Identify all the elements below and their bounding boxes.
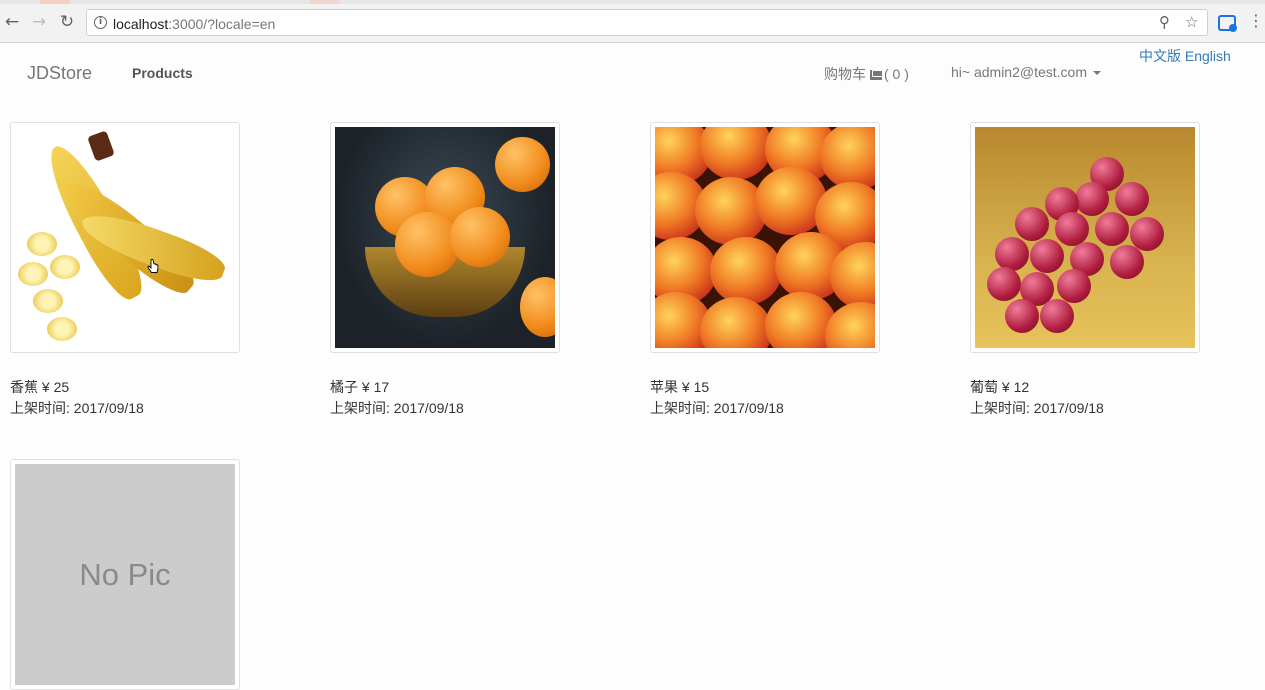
browser-tab[interactable]: [310, 0, 340, 4]
product-name: 香蕉: [10, 379, 38, 395]
product-price: ¥ 15: [681, 379, 710, 395]
tab-strip: [0, 0, 1265, 4]
product-date: 上架时间: 2017/09/18: [650, 400, 784, 416]
grape-image: [975, 127, 1195, 348]
product-title[interactable]: 橘子 ¥ 17: [330, 377, 389, 397]
browser-tab[interactable]: [40, 0, 70, 4]
user-dropdown[interactable]: hi~ admin2@test.com: [951, 64, 1101, 80]
url-text[interactable]: localhost:3000/?locale=en: [113, 16, 275, 32]
product-price: ¥ 12: [1001, 379, 1030, 395]
product-thumbnail[interactable]: [10, 122, 240, 353]
product-date: 上架时间: 2017/09/18: [330, 400, 464, 416]
product-title[interactable]: 葡萄 ¥ 12: [970, 377, 1029, 397]
site-navbar: JDStore Products 购物车 ( 0 ) hi~ admin2@tes…: [0, 44, 1265, 102]
cart-link[interactable]: 购物车 ( 0 ): [824, 64, 909, 84]
forward-arrow-icon[interactable]: →: [29, 12, 49, 32]
product-name: 葡萄: [970, 379, 998, 395]
locale-en-link[interactable]: English: [1185, 48, 1231, 64]
user-greeting: hi~ admin2@test.com: [951, 64, 1087, 80]
zoom-icon[interactable]: ⚲: [1159, 13, 1170, 31]
product-price: ¥ 25: [41, 379, 70, 395]
extension-icon[interactable]: [1218, 15, 1237, 32]
product-date: 上架时间: 2017/09/18: [970, 400, 1104, 416]
orange-image: [335, 127, 555, 348]
locale-switcher: 中文版 English: [1139, 46, 1231, 66]
url-host: localhost: [113, 16, 169, 32]
browser-chrome: ← → ↻ i localhost:3000/?locale=en ⚲ ☆ ⋮: [0, 0, 1265, 43]
product-name: 苹果: [650, 379, 678, 395]
product-date: 上架时间: 2017/09/18: [10, 400, 144, 416]
nav-products-link[interactable]: Products: [132, 65, 193, 81]
cart-label: 购物车: [824, 66, 866, 82]
product-price: ¥ 17: [361, 379, 390, 395]
product-thumbnail[interactable]: No Pic: [10, 459, 240, 690]
address-bar[interactable]: i localhost:3000/?locale=en ⚲ ☆: [86, 9, 1208, 36]
product-thumbnail[interactable]: [650, 122, 880, 353]
bookmark-star-icon[interactable]: ☆: [1185, 13, 1198, 31]
banana-image: [15, 127, 235, 348]
caret-down-icon: [1093, 71, 1101, 75]
apple-image: [655, 127, 875, 348]
no-pic-placeholder: No Pic: [15, 464, 235, 685]
locale-zh-link[interactable]: 中文版: [1139, 48, 1181, 64]
product-title[interactable]: 苹果 ¥ 15: [650, 377, 709, 397]
brand-link[interactable]: JDStore: [27, 63, 92, 84]
url-path: :3000/?locale=en: [168, 16, 276, 32]
reload-icon[interactable]: ↻: [57, 12, 77, 32]
info-icon[interactable]: i: [94, 16, 107, 29]
cart-count: ( 0 ): [884, 66, 909, 82]
browser-menu-icon[interactable]: ⋮: [1248, 13, 1264, 29]
hand-cursor-icon: [147, 259, 159, 273]
shopping-cart-icon: [870, 70, 882, 80]
product-title[interactable]: 香蕉 ¥ 25: [10, 377, 69, 397]
product-thumbnail[interactable]: [330, 122, 560, 353]
product-name: 橘子: [330, 379, 358, 395]
back-arrow-icon[interactable]: ←: [2, 12, 22, 32]
product-thumbnail[interactable]: [970, 122, 1200, 353]
